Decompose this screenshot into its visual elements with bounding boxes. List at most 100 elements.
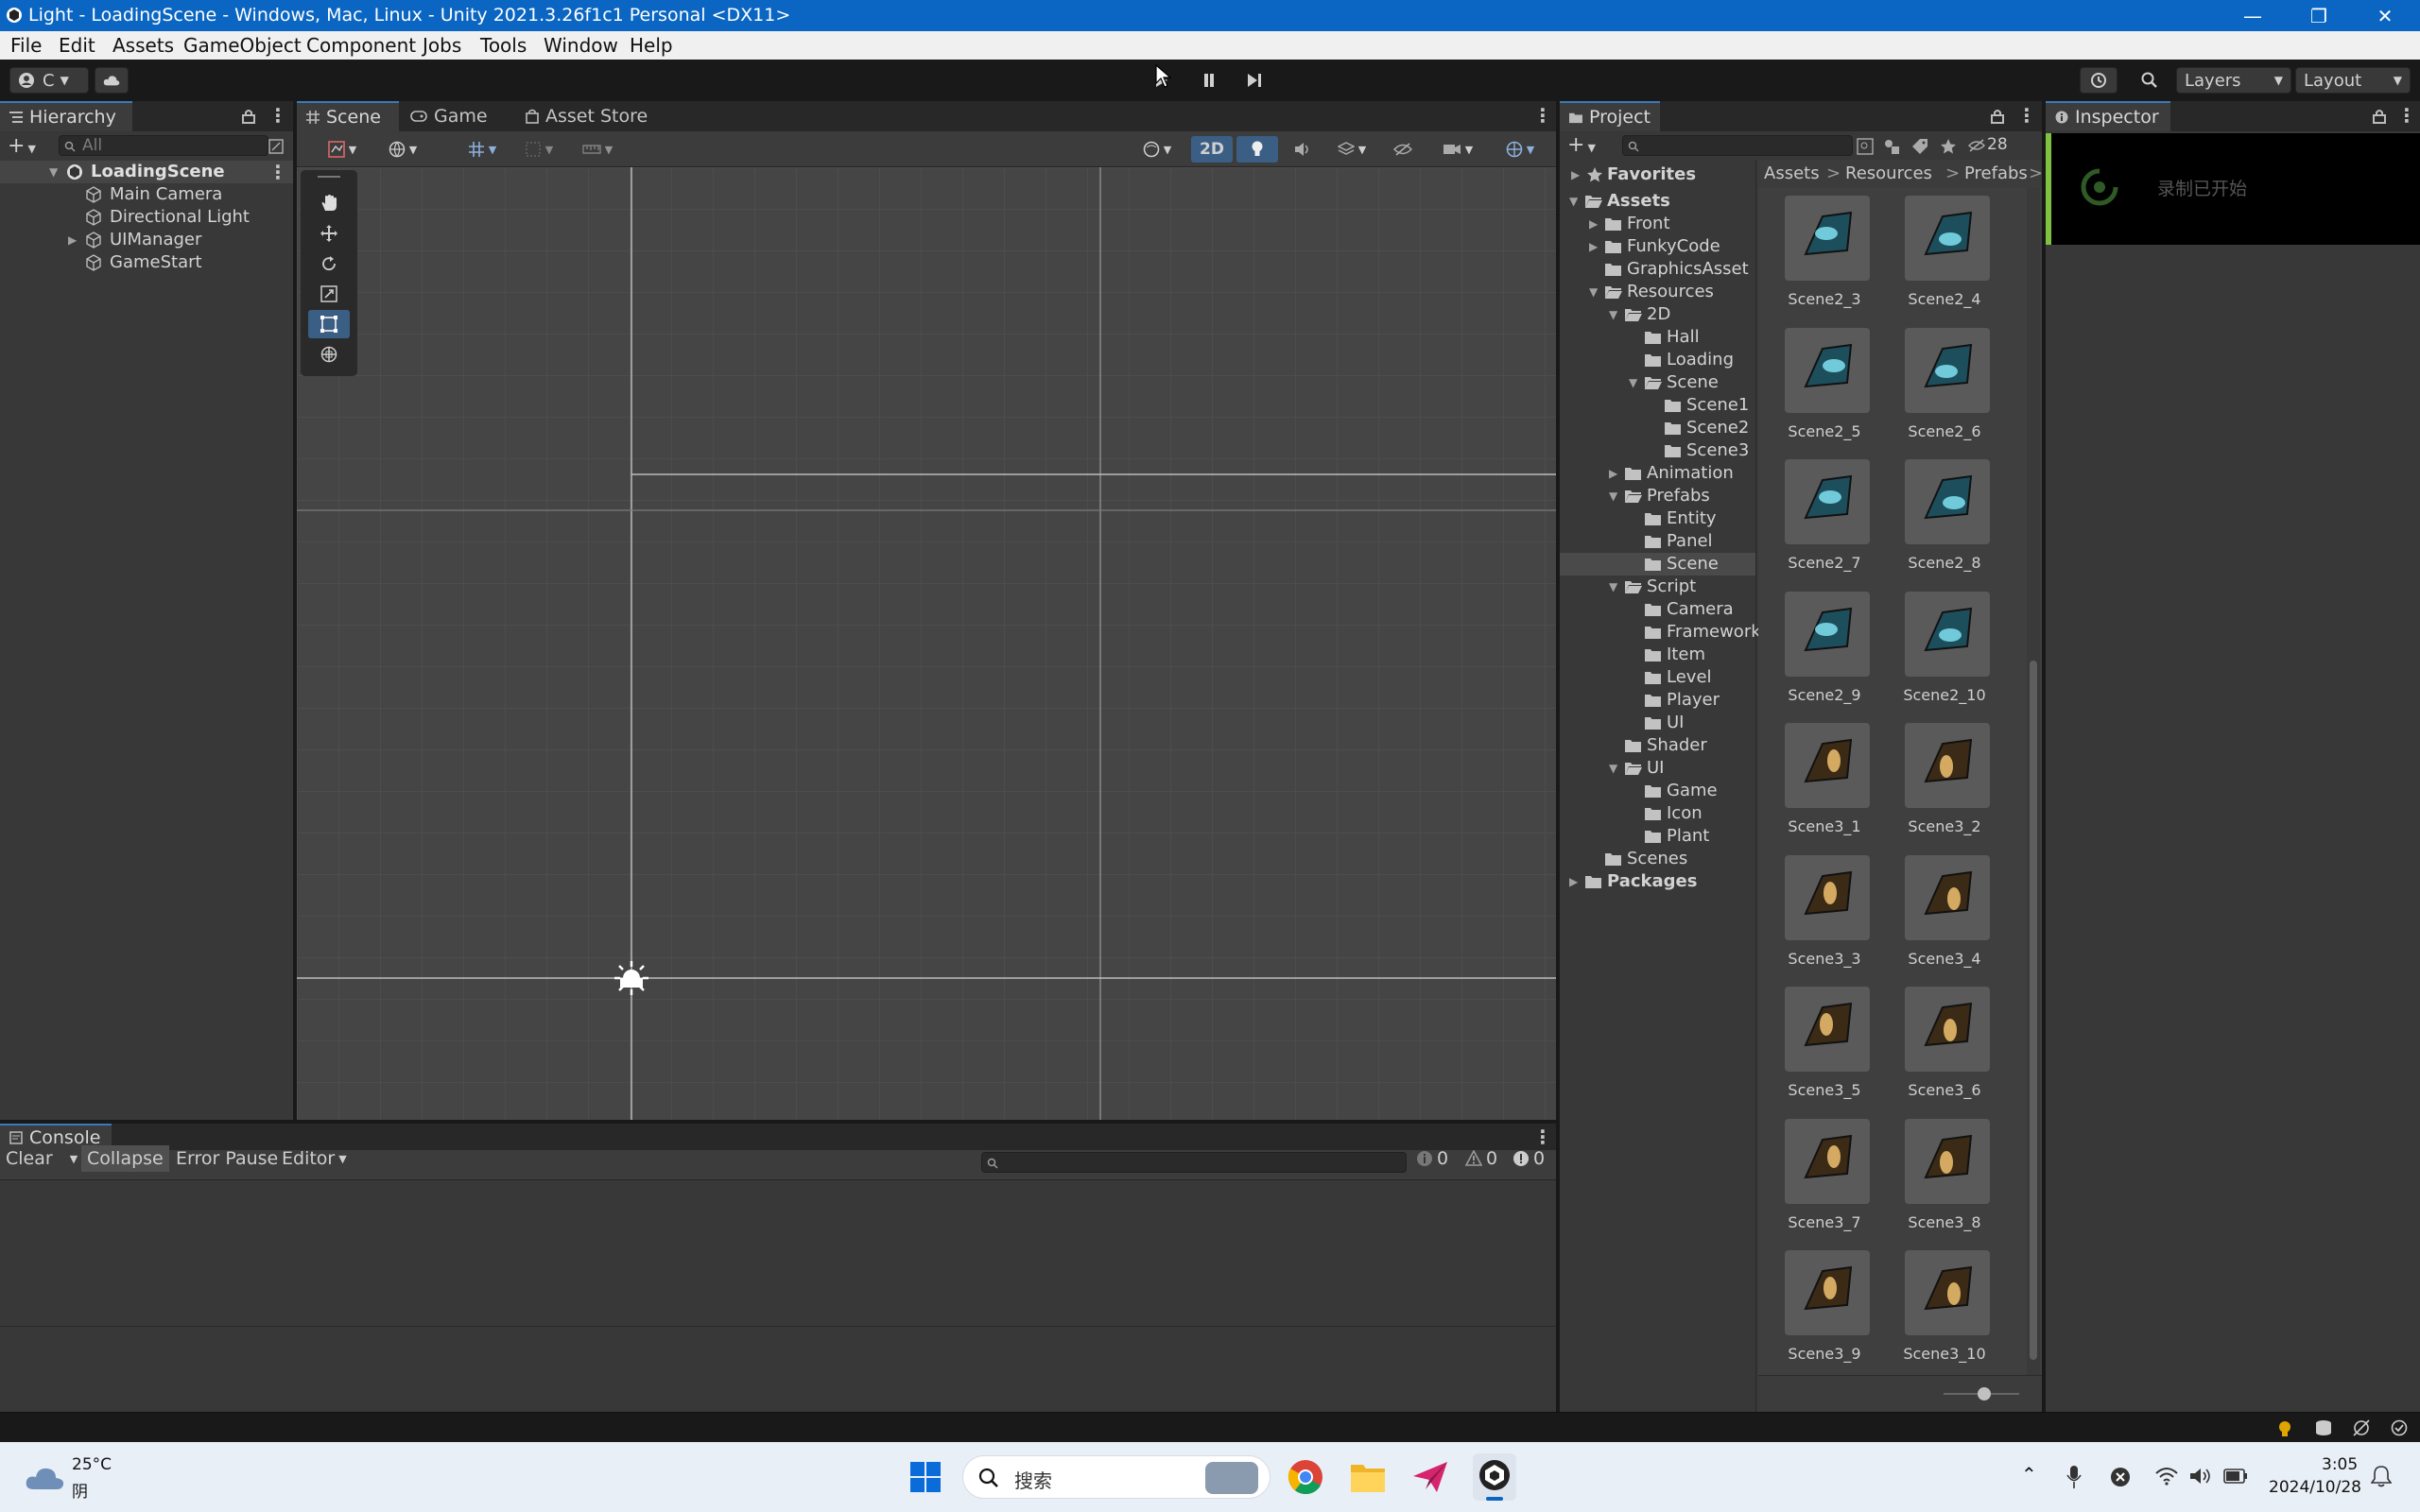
- expand-arrow-icon[interactable]: ▼: [1629, 376, 1637, 389]
- project-menu-icon[interactable]: ⋮: [2017, 106, 2036, 125]
- scene-menu-icon[interactable]: ⋮: [1533, 106, 1552, 125]
- project-folder-row[interactable]: ▼ UI: [1560, 757, 1755, 780]
- breadcrumb-item[interactable]: Resources: [1845, 163, 1932, 183]
- minimize-button[interactable]: —: [2220, 0, 2286, 31]
- hidden-objects-toggle[interactable]: [1384, 136, 1422, 163]
- inspector-menu-icon[interactable]: ⋮: [2397, 106, 2416, 125]
- layout-dropdown[interactable]: Layout ▼: [2295, 67, 2411, 94]
- console-menu-icon[interactable]: ⋮: [1533, 1127, 1552, 1146]
- asset-item[interactable]: Scene3_2: [1886, 723, 2003, 848]
- lighting-toggle[interactable]: [1236, 136, 1278, 163]
- asset-item[interactable]: Scene3_6: [1886, 987, 2003, 1111]
- menu-assets[interactable]: Assets: [112, 34, 174, 57]
- camera-dropdown[interactable]: ▼: [1431, 136, 1484, 163]
- hand-tool-button[interactable]: [308, 189, 350, 217]
- close-button[interactable]: ✕: [2352, 0, 2418, 31]
- expand-arrow-icon[interactable]: ▼: [1569, 195, 1578, 208]
- hierarchy-menu-icon[interactable]: ⋮: [268, 106, 287, 125]
- close-circle-icon[interactable]: [2110, 1467, 2131, 1487]
- menu-edit[interactable]: Edit: [59, 34, 95, 57]
- chrome-icon[interactable]: [1288, 1459, 1323, 1495]
- gizmos-dropdown[interactable]: ▼: [1494, 136, 1547, 163]
- transform-tool-button[interactable]: [308, 340, 350, 369]
- notification-bell-icon[interactable]: [2371, 1465, 2392, 1487]
- rect-tool-button[interactable]: [308, 310, 350, 338]
- console-collapse-toggle[interactable]: Collapse: [81, 1145, 169, 1172]
- breadcrumb-item[interactable]: Assets: [1764, 163, 1820, 183]
- taskbar-time[interactable]: 3:05: [2322, 1455, 2358, 1474]
- move-tool-button[interactable]: [308, 219, 350, 248]
- overlay-handle[interactable]: [318, 176, 340, 178]
- favorites-row[interactable]: ▶ Favorites: [1560, 163, 1755, 186]
- cloud-button[interactable]: [95, 67, 129, 94]
- account-dropdown[interactable]: C ▼: [9, 67, 89, 94]
- grid-snap-dropdown[interactable]: ▼: [458, 136, 507, 163]
- project-folder-row[interactable]: ▶ Animation: [1560, 462, 1755, 485]
- project-folder-row[interactable]: Item: [1560, 644, 1755, 666]
- ruler-dropdown[interactable]: ▼: [573, 136, 622, 163]
- database-icon[interactable]: [2314, 1419, 2333, 1436]
- hierarchy-item[interactable]: Main Camera: [0, 183, 293, 206]
- project-folder-row[interactable]: Scene2: [1560, 417, 1755, 439]
- project-folder-row[interactable]: Scene1: [1560, 394, 1755, 417]
- project-folder-row[interactable]: Scenes: [1560, 848, 1755, 870]
- project-folder-row[interactable]: UI: [1560, 712, 1755, 734]
- asset-item[interactable]: Scene3_9: [1766, 1250, 1883, 1375]
- asset-item[interactable]: Scene3_1: [1766, 723, 1883, 848]
- directional-light-gizmo-icon[interactable]: [611, 957, 652, 999]
- project-folder-row[interactable]: ▼ 2D: [1560, 303, 1755, 326]
- project-folder-row[interactable]: Player: [1560, 689, 1755, 712]
- scrollbar-thumb[interactable]: [2030, 661, 2037, 1360]
- project-folder-row[interactable]: Panel: [1560, 530, 1755, 553]
- draw-mode-dropdown[interactable]: ▼: [318, 136, 367, 163]
- project-folder-row[interactable]: Loading: [1560, 349, 1755, 371]
- tab-game[interactable]: Game: [401, 101, 497, 131]
- filter-by-label-icon[interactable]: [1911, 138, 1928, 155]
- menu-help[interactable]: Help: [630, 34, 673, 57]
- layers-dropdown[interactable]: Layers ▼: [2176, 67, 2291, 94]
- tab-scene[interactable]: Scene: [297, 101, 399, 131]
- asset-item[interactable]: Scene3_10: [1886, 1250, 2003, 1375]
- asset-item[interactable]: Scene2_8: [1886, 459, 2003, 584]
- toggle-2d-button[interactable]: 2D: [1191, 136, 1233, 163]
- star-icon[interactable]: [1940, 138, 1957, 155]
- chevron-down-icon[interactable]: ▼: [70, 1153, 78, 1165]
- console-clear-button[interactable]: Clear ▼: [6, 1145, 78, 1172]
- project-folder-row[interactable]: ▶ FunkyCode: [1560, 235, 1755, 258]
- breadcrumb-item[interactable]: Prefabs: [1964, 163, 2028, 183]
- asset-item[interactable]: Scene2_5: [1766, 327, 1883, 453]
- project-folder-row[interactable]: Hall: [1560, 326, 1755, 349]
- expand-arrow-icon[interactable]: ▼: [1609, 490, 1617, 503]
- expand-arrow-icon[interactable]: ▶: [1609, 467, 1617, 480]
- asset-item[interactable]: Scene3_7: [1766, 1118, 1883, 1244]
- network-off-icon[interactable]: [2352, 1419, 2371, 1436]
- wifi-icon[interactable]: [2155, 1467, 2178, 1486]
- expand-arrow-icon[interactable]: ▶: [1589, 217, 1598, 231]
- console-search-input[interactable]: [981, 1152, 1407, 1173]
- project-search-input[interactable]: [1622, 135, 1853, 156]
- render-mode-dropdown[interactable]: ▼: [1131, 136, 1184, 163]
- tab-project[interactable]: Project: [1560, 101, 1660, 131]
- hierarchy-item[interactable]: ▶ UIManager: [0, 229, 293, 251]
- filter-by-type-icon[interactable]: [1883, 138, 1900, 155]
- console-error-pause-toggle[interactable]: Error Pause: [176, 1145, 278, 1172]
- scene-menu-icon[interactable]: ⋮: [268, 163, 287, 181]
- weather-temperature[interactable]: 25°C: [72, 1455, 112, 1474]
- audio-toggle[interactable]: [1284, 136, 1322, 163]
- weather-condition[interactable]: 阴: [72, 1478, 88, 1502]
- menu-window[interactable]: Window: [544, 34, 618, 57]
- tab-inspector[interactable]: Inspector: [2046, 101, 2170, 131]
- project-folder-row[interactable]: ▼ Script: [1560, 576, 1755, 598]
- expand-arrow-icon[interactable]: ▶: [68, 233, 77, 247]
- scale-tool-button[interactable]: [308, 280, 350, 308]
- volume-icon[interactable]: [2189, 1467, 2212, 1486]
- project-folder-row[interactable]: Entity: [1560, 507, 1755, 530]
- hierarchy-scene-row[interactable]: ▼ LoadingScene ⋮: [0, 161, 293, 183]
- expand-arrow-icon[interactable]: ▶: [1571, 168, 1580, 181]
- asset-item[interactable]: Scene3_4: [1886, 854, 2003, 980]
- project-folder-row[interactable]: ▼ Assets: [1560, 190, 1755, 213]
- create-asset-button[interactable]: + ▼: [1567, 133, 1596, 157]
- menu-file[interactable]: File: [10, 34, 42, 57]
- tab-hierarchy[interactable]: Hierarchy: [0, 101, 132, 131]
- lock-icon[interactable]: [2373, 109, 2386, 124]
